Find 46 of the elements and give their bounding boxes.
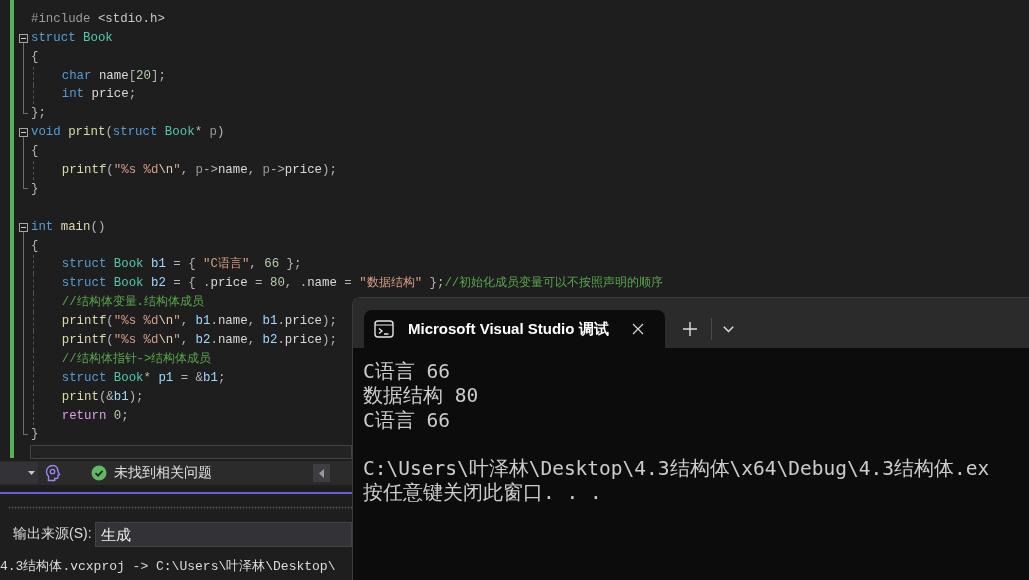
code-line: struct Book* p1 = &b1;	[61, 369, 226, 387]
console-line: C语言 66	[363, 360, 450, 385]
close-icon	[632, 323, 644, 335]
code-line: struct Book b2 = { .price = 80, .name = "数据结构" };//初始化成员变量可以不按照声明的顺序	[61, 275, 664, 293]
collapse-icon[interactable]	[19, 128, 28, 138]
collapse-icon[interactable]	[19, 33, 28, 43]
head-icon[interactable]	[44, 464, 62, 482]
source-dropdown[interactable]: 生成	[95, 521, 352, 547]
code-line: //结构体变量.结构体成员	[61, 294, 205, 312]
terminal-tab[interactable]: Microsoft Visual Studio 调试	[364, 310, 665, 348]
console-line: 数据结构 80	[363, 384, 479, 409]
plus-icon	[683, 322, 697, 336]
code-line: {	[31, 143, 39, 161]
code-line: void print(struct Book* p)	[31, 124, 225, 142]
code-line: {	[31, 48, 39, 66]
console-line: C:\Users\叶泽林\Desktop\4.3结构体\x64\Debug\4.3结构体.ex	[363, 457, 990, 482]
code-line: struct Book b1 = { "C语言", 66 };	[61, 256, 302, 274]
chevron-down-icon	[722, 325, 734, 333]
code-line: {	[31, 237, 39, 255]
caret-icon	[28, 471, 35, 475]
drag-handle[interactable]	[8, 505, 352, 510]
code-line: printf("%s %d\n", b1.name, b1.price);	[61, 313, 337, 331]
collapse-icon[interactable]	[19, 222, 28, 232]
code-line: }	[31, 180, 39, 198]
console-line: C语言 66	[363, 408, 450, 433]
source-label: 输出来源(S):	[12, 525, 93, 543]
triangle-left-icon	[319, 468, 324, 478]
code-line: }	[31, 426, 39, 444]
code-line: return 0;	[61, 407, 129, 425]
code-line: struct Book	[31, 29, 113, 47]
code-line: //结构体指针->结构体成员	[61, 350, 212, 368]
code-line: printf("%s %d\n", p->name, p->price);	[61, 162, 337, 179]
output-line: 4.3结构体.vcxproj -> C:\Users\叶泽林\Desktop\	[0, 558, 336, 576]
console-line: 按任意键关闭此窗口. . .	[363, 481, 602, 506]
code-line: int main()	[31, 218, 106, 236]
scroll-left-button[interactable]	[313, 464, 330, 482]
code-line: printf("%s %d\n", b2.name, b2.price);	[61, 332, 337, 350]
check-circle-icon	[91, 465, 107, 481]
code-line: char name[20];	[61, 67, 166, 85]
code-line: int price;	[61, 86, 137, 104]
close-tab-button[interactable]	[631, 322, 645, 336]
code-line: };	[31, 105, 46, 123]
terminal-icon	[374, 320, 394, 338]
code-line: #include <stdio.h>	[31, 10, 165, 28]
status-text: 未找到相关问题	[114, 464, 212, 482]
code-line: print(&b1);	[61, 388, 144, 406]
